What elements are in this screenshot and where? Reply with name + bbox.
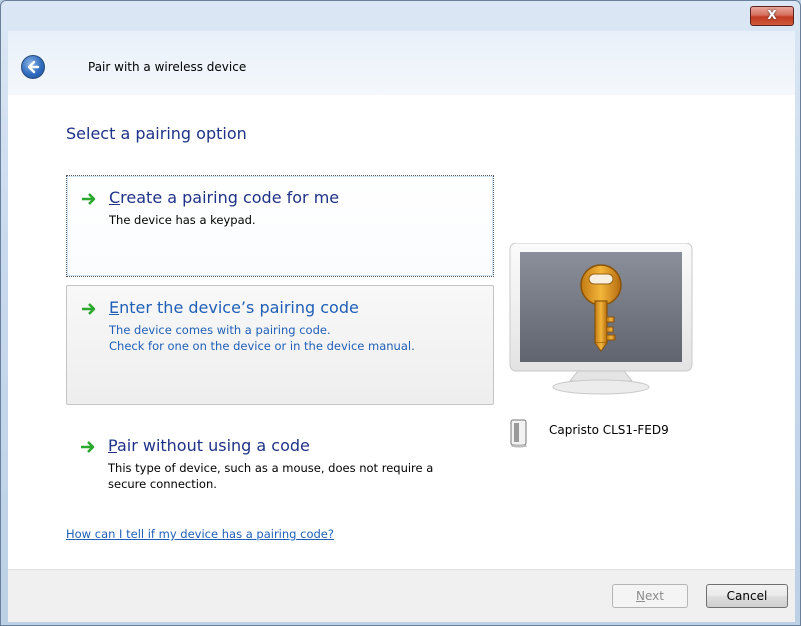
speaker-device-icon (510, 419, 527, 448)
option-title-text: nter the device’s pairing code (119, 298, 359, 317)
access-key-letter: P (108, 436, 117, 455)
option-create-pairing-code[interactable]: Create a pairing code for me The device … (66, 175, 494, 277)
option-pair-without-code[interactable]: Pair without using a code This type of d… (66, 424, 494, 494)
option-title-text: reate a pairing code for me (120, 188, 340, 207)
green-arrow-icon (82, 193, 96, 205)
green-arrow-icon (81, 441, 95, 453)
cancel-button[interactable]: Cancel (706, 584, 788, 608)
option-title: Pair without using a code (108, 436, 310, 455)
page-heading: Select a pairing option (66, 124, 247, 143)
window-title: Pair with a wireless device (88, 60, 247, 74)
access-key-letter: E (109, 298, 120, 317)
footer-bar: Next Cancel (8, 569, 795, 622)
device-name: Capristo CLS1-FED9 (549, 423, 669, 437)
back-arrow-icon (27, 60, 40, 74)
option-description: The device comes with a pairing code. Ch… (109, 323, 415, 353)
access-key-letter: C (109, 188, 121, 207)
help-link[interactable]: How can I tell if my device has a pairin… (66, 527, 334, 541)
green-arrow-icon (82, 303, 96, 315)
option-title-text: air without using a code (116, 436, 310, 455)
option-enter-device-code[interactable]: Enter the device’s pairing code The devi… (66, 285, 494, 405)
option-description: This type of device, such as a mouse, do… (108, 461, 434, 491)
close-button[interactable]: X (750, 6, 794, 26)
window-frame: X Pair with a wireless device Select a p… (0, 0, 801, 626)
content-panel: Select a pairing option Create a pairing… (8, 95, 795, 569)
back-button[interactable] (21, 55, 45, 79)
option-title: Enter the device’s pairing code (109, 298, 359, 317)
next-button[interactable]: Next (612, 584, 688, 608)
monitor-key-illustration (509, 243, 693, 395)
option-description: The device has a keypad. (109, 213, 256, 227)
next-button-label: ext (645, 589, 664, 603)
header-bar: Pair with a wireless device (8, 31, 795, 96)
option-title: Create a pairing code for me (109, 188, 339, 207)
access-key-letter: N (636, 589, 645, 603)
